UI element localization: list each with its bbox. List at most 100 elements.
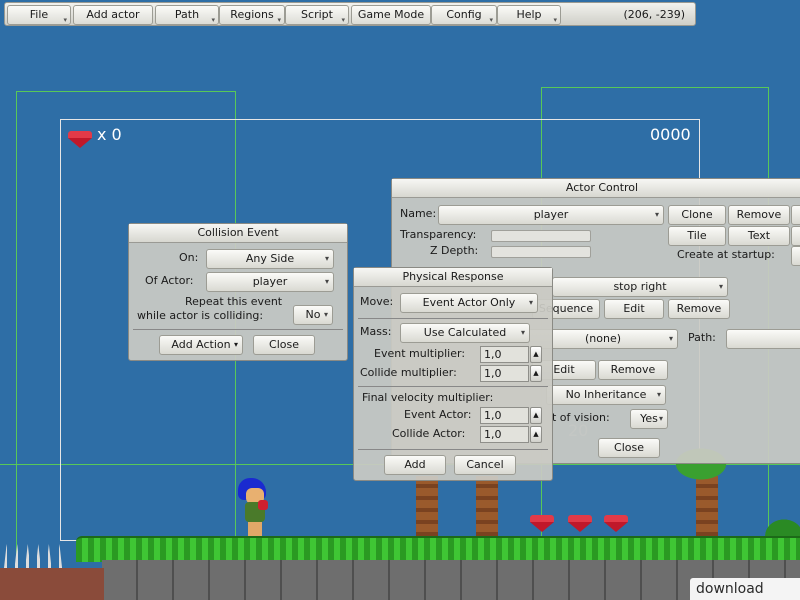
tree-trunk [476,476,498,538]
remove-script-button[interactable]: Remove [598,360,668,380]
chevron-down-icon: ▾ [277,16,281,24]
inheritance-dropdown[interactable]: No Inheritance ▾ [546,385,666,405]
cancel-button[interactable]: Cancel [454,455,516,475]
name-label: Name: [400,207,437,220]
collide-actor-dropdown[interactable]: player ▾ [206,272,334,292]
menu-script[interactable]: Script ▾ [285,5,349,25]
main-menubar: File ▾ Add actor Path ▾ Regions ▾ Script ▾ G… [4,2,696,26]
actor-control-close-button[interactable]: Close [598,438,660,458]
chevron-down-icon: ▾ [668,334,673,343]
menu-game-mode[interactable]: Game Mode [351,5,431,25]
zdepth-label: Z Depth: [430,244,479,257]
tree-trunk [696,476,718,538]
event-multiplier-spinner[interactable]: ▲ [530,346,542,363]
repeat-label: Repeat this event [185,295,283,308]
move-dropdown[interactable]: Event Actor Only ▾ [400,293,538,313]
menu-add-actor[interactable]: Add actor [73,5,153,25]
event-actor-label: Event Actor: [404,408,472,421]
event-multiplier-input[interactable]: 1,0 [480,346,529,363]
menu-config[interactable]: Config ▾ [431,5,497,25]
clone-button[interactable]: Clone [668,205,726,225]
dirt-ground [0,568,104,600]
mass-dropdown[interactable]: Use Calculated ▾ [400,323,530,343]
edge-button[interactable] [791,246,800,266]
player-actor[interactable] [236,478,272,538]
zdepth-slider[interactable] [491,246,591,258]
collision-close-button[interactable]: Close [253,335,315,355]
repeat-label-line2: while actor is colliding: [137,309,264,322]
animation-dropdown[interactable]: stop right ▾ [552,277,728,297]
player-legs-icon [248,522,262,536]
grass-ground [76,536,800,562]
chevron-down-icon: ▾ [63,16,67,24]
chevron-down-icon: ▾ [658,414,663,423]
vision-dropdown[interactable]: Yes ▾ [630,409,668,429]
divider [358,318,548,319]
gem-counter: x 0 [97,125,122,144]
collide-multiplier-input[interactable]: 1,0 [480,365,529,382]
watermark-logo: download [690,578,800,600]
transparency-label: Transparency: [400,228,477,241]
remove-actor-button[interactable]: Remove [728,205,790,225]
collide-multiplier-spinner[interactable]: ▲ [530,365,542,382]
chevron-down-icon: ▾ [520,328,525,337]
chevron-down-icon: ▾ [654,210,659,219]
chevron-down-icon: ▾ [489,16,493,24]
path-dropdown[interactable] [726,329,800,349]
create-at-startup-label: Create at startup: [677,248,775,261]
tile-button[interactable]: Tile [668,226,726,246]
chevron-down-icon: ▾ [324,277,329,286]
chevron-down-icon: ▾ [528,298,533,307]
vision-label: t of vision: [552,411,610,424]
remove-animation-button[interactable]: Remove [668,299,730,319]
gem-icon [568,515,592,532]
chevron-down-icon: ▾ [718,282,723,291]
repeat-dropdown[interactable]: No ▾ [293,305,333,325]
collide-actor-input[interactable]: 1,0 [480,426,529,443]
collide-actor-label: Collide Actor: [392,427,466,440]
event-multiplier-label: Event multiplier: [374,347,466,360]
menu-regions[interactable]: Regions ▾ [219,5,285,25]
event-actor-input[interactable]: 1,0 [480,407,529,424]
menu-help[interactable]: Help ▾ [497,5,561,25]
chevron-down-icon: ▾ [324,254,329,263]
actor-name-dropdown[interactable]: player ▾ [438,205,664,225]
path-label: Path: [688,331,716,344]
on-label: On: [179,251,199,264]
chevron-down-icon: ▾ [656,390,661,399]
side-dropdown[interactable]: Any Side ▾ [206,249,334,269]
add-action-button[interactable]: Add Action ▾ [159,335,243,355]
event-actor-spinner[interactable]: ▲ [530,407,542,424]
tree-trunk [416,476,438,538]
text-button[interactable]: Text [728,226,790,246]
mass-label: Mass: [360,325,392,338]
collision-event-title: Collision Event [129,224,347,243]
chevron-down-icon: ▾ [341,16,345,24]
move-label: Move: [360,295,394,308]
menu-file[interactable]: File ▾ [7,5,71,25]
chevron-down-icon: ▾ [233,340,238,349]
menu-path[interactable]: Path ▾ [155,5,219,25]
add-button[interactable]: Add [384,455,446,475]
collision-event-panel: Collision Event On: Any Side ▾ Of Actor: … [128,223,348,361]
chevron-down-icon: ▾ [553,16,557,24]
gem-icon [530,515,554,532]
edit-animation-button[interactable]: Edit [604,299,664,319]
gem-icon [68,131,92,148]
physical-response-panel: Physical Response Move: Event Actor Only… [353,267,553,481]
actor-control-title: Actor Control [392,179,800,198]
divider [358,386,548,387]
collide-actor-spinner[interactable]: ▲ [530,426,542,443]
final-velocity-label: Final velocity multiplier: [362,391,494,404]
edge-button[interactable] [791,205,800,225]
of-actor-label: Of Actor: [145,274,194,287]
score-display: 0000 [650,125,691,144]
cursor-coordinates: (206, -239) [623,8,685,21]
edge-button[interactable] [791,226,800,246]
transparency-slider[interactable] [491,230,591,242]
chevron-down-icon: ▾ [323,310,328,319]
collide-multiplier-label: Collide multiplier: [360,366,457,379]
gem-icon [604,515,628,532]
divider [358,449,548,450]
player-item-icon [258,500,268,510]
